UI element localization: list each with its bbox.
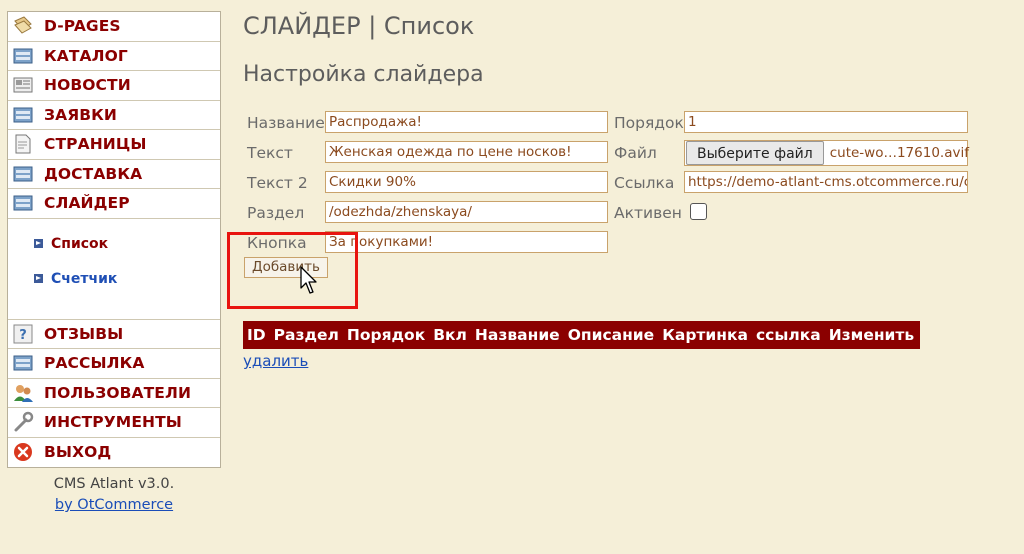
menu-item-news[interactable]: НОВОСТИ: [8, 71, 220, 101]
column-header: Раздел: [273, 326, 339, 344]
text-input[interactable]: Женская одежда по цене носков!: [325, 141, 608, 163]
menu-item-reviews[interactable]: ? ОТЗЫВЫ: [8, 320, 220, 349]
orders-icon: [11, 103, 35, 127]
column-header: Порядок: [346, 326, 426, 344]
exit-icon: [11, 440, 35, 464]
mouse-cursor-icon: [300, 266, 317, 294]
text2-input[interactable]: Скидки 90%: [325, 171, 608, 193]
section-label: Раздел: [247, 204, 305, 222]
menu-item-slider[interactable]: СЛАЙДЕР: [8, 189, 220, 219]
submenu-item-list[interactable]: Список: [34, 236, 108, 252]
submenu-label: Список: [51, 235, 109, 252]
button-text-input[interactable]: За покупками!: [325, 231, 608, 253]
slider-submenu: Список Счетчик: [8, 219, 220, 320]
name-input[interactable]: Распродажа!: [325, 111, 608, 133]
menu-item-pages[interactable]: СТРАНИЦЫ: [8, 130, 220, 160]
file-label: Файл: [614, 144, 657, 162]
link-input[interactable]: https://demo-atlant-cms.otcommerce.ru/ca: [684, 171, 968, 193]
file-input[interactable]: Выберите файл cute-wo…17610.avif: [684, 140, 969, 166]
order-label: Порядок: [614, 114, 684, 132]
menu-label: ОТЗЫВЫ: [44, 324, 124, 343]
news-icon: [11, 73, 35, 97]
menu-label: РАССЫЛКА: [44, 354, 145, 373]
menu-label: КАТАЛОГ: [44, 46, 128, 65]
help-icon: ?: [11, 322, 35, 346]
active-checkbox[interactable]: [690, 203, 707, 220]
menu-label: D-PAGES: [44, 17, 121, 36]
name-label: Название: [247, 114, 325, 132]
column-header: ссылка: [755, 326, 821, 344]
delivery-icon: [11, 162, 35, 186]
table-header: ID Раздел Порядок Вкл Название Описание …: [243, 321, 921, 349]
arrow-right-icon: [34, 239, 43, 248]
menu-label: НОВОСТИ: [44, 76, 131, 95]
mailing-icon: [11, 351, 35, 375]
highlight-box: [227, 232, 358, 309]
column-header: Название: [474, 326, 560, 344]
menu-label: ВЫХОД: [44, 443, 112, 462]
document-icon: [11, 132, 35, 156]
link-label: Ссылка: [614, 174, 675, 192]
order-input[interactable]: 1: [684, 111, 968, 133]
column-header: Вкл: [433, 326, 467, 344]
menu-label: СЛАЙДЕР: [44, 194, 130, 213]
page-title: СЛАЙДЕР | Список: [243, 12, 475, 40]
menu-label: ИНСТРУМЕНТЫ: [44, 413, 182, 432]
text2-label: Текст 2: [247, 174, 308, 192]
delete-link[interactable]: удалить: [243, 352, 308, 370]
menu-label: ЗАЯВКИ: [44, 105, 117, 124]
active-label: Активен: [614, 204, 682, 222]
catalog-icon: [11, 44, 35, 68]
menu-item-tools[interactable]: ИНСТРУМЕНТЫ: [8, 408, 220, 438]
menu-label: ДОСТАВКА: [44, 164, 143, 183]
menu-label: СТРАНИЦЫ: [44, 135, 147, 154]
menu-item-users[interactable]: ПОЛЬЗОВАТЕЛИ: [8, 379, 220, 408]
slider-icon: [11, 191, 35, 215]
users-icon: [11, 381, 35, 405]
column-header: Картинка: [662, 326, 748, 344]
sidebar-footer: CMS Atlant v3.0. by OtCommerce: [7, 474, 221, 516]
menu-label: ПОЛЬЗОВАТЕЛИ: [44, 383, 192, 402]
menu-item-mailing[interactable]: РАССЫЛКА: [8, 349, 220, 379]
pages-icon: [11, 14, 35, 38]
svg-text:?: ?: [19, 328, 27, 343]
sidebar-menu: D-PAGES КАТАЛОГ НОВОСТИ ЗАЯВКИ СТРАНИЦЫ …: [7, 11, 221, 468]
submenu-item-counter[interactable]: Счетчик: [34, 271, 117, 287]
column-header: ID: [247, 326, 266, 344]
choose-file-button[interactable]: Выберите файл: [686, 141, 824, 165]
file-name: cute-wo…17610.avif: [829, 145, 969, 161]
arrow-right-icon: [34, 274, 43, 283]
tools-icon: [11, 410, 35, 434]
version-text: CMS Atlant v3.0.: [53, 476, 175, 492]
section-title: Настройка слайдера: [243, 62, 484, 87]
menu-item-d-pages[interactable]: D-PAGES: [8, 12, 220, 42]
column-header: Изменить: [828, 326, 915, 344]
menu-item-catalog[interactable]: КАТАЛОГ: [8, 42, 220, 71]
column-header: Описание: [567, 326, 655, 344]
menu-item-exit[interactable]: ВЫХОД: [8, 438, 220, 468]
section-input[interactable]: /odezhda/zhenskaya/: [325, 201, 608, 223]
menu-item-delivery[interactable]: ДОСТАВКА: [8, 160, 220, 189]
submenu-label: Счетчик: [51, 270, 118, 287]
otcommerce-link[interactable]: by OtCommerce: [55, 497, 173, 513]
text-label: Текст: [247, 144, 293, 162]
menu-item-orders[interactable]: ЗАЯВКИ: [8, 101, 220, 130]
